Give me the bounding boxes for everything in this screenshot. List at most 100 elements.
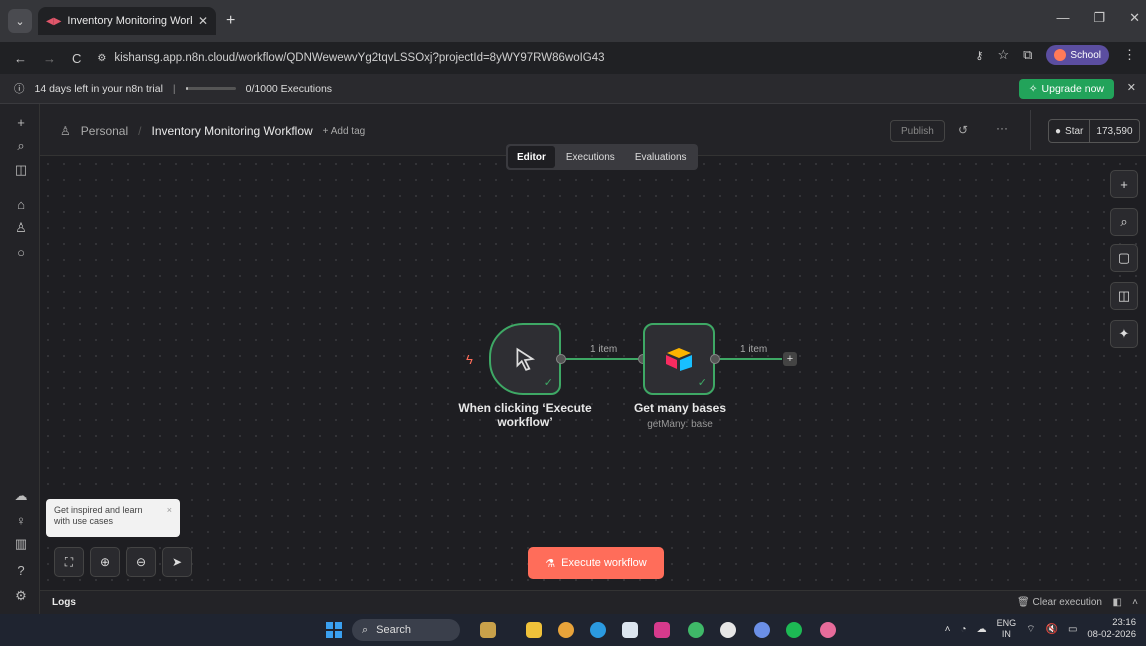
tab-evaluations[interactable]: Evaluations — [626, 146, 696, 168]
logs-panel[interactable]: Logs 🗑 Clear execution ◧ ˄ — [40, 590, 1146, 614]
wifi-icon[interactable]: ⌔ — [1026, 623, 1035, 636]
close-banner-icon[interactable]: ✕ — [1127, 81, 1136, 94]
breadcrumb-separator: / — [138, 124, 142, 138]
volume-muted-icon[interactable]: 🔇 — [1045, 624, 1057, 635]
output-handle[interactable] — [556, 354, 566, 364]
password-key-icon[interactable]: ⚷ — [975, 49, 983, 62]
execute-workflow-button[interactable]: ⚗ Execute workflow — [528, 547, 664, 579]
breadcrumb: ♙ Personal / Inventory Monitoring Workfl… — [60, 124, 365, 138]
file-explorer-icon[interactable] — [526, 622, 542, 638]
logs-label: Logs — [52, 597, 76, 608]
connection-line[interactable] — [720, 358, 782, 360]
user-icon[interactable]: ♙ — [13, 220, 29, 236]
restore-icon[interactable]: ❐ — [1093, 10, 1105, 26]
help-icon[interactable]: ? — [13, 562, 29, 578]
tab-executions[interactable]: Executions — [557, 146, 624, 168]
connection-line[interactable] — [566, 358, 638, 360]
close-icon[interactable]: × — [167, 505, 172, 516]
url-box[interactable]: ⚙ kishansg.app.n8n.cloud/workflow/QDNWew… — [97, 45, 997, 71]
more-button[interactable]: ··· — [996, 121, 1008, 135]
language-indicator[interactable]: ENG IN — [997, 618, 1017, 640]
instagram-icon[interactable] — [654, 622, 670, 638]
chat-icon[interactable]: ○ — [13, 244, 29, 260]
bookmark-star-icon[interactable]: ☆ — [997, 47, 1009, 63]
output-handle[interactable] — [710, 354, 720, 364]
node-title: When clicking ‘Execute workflow’ — [445, 401, 605, 429]
url-text[interactable]: kishansg.app.n8n.cloud/workflow/QDNWewew… — [114, 52, 604, 64]
node-title-line: workflow’ — [497, 415, 553, 429]
plus-icon[interactable]: + — [13, 114, 29, 130]
fit-view-icon[interactable]: ⛶ — [54, 547, 84, 577]
add-node-button[interactable]: + — [783, 352, 797, 366]
search-icon[interactable]: ⌕ — [13, 138, 29, 154]
history-icon[interactable]: ↺ — [958, 123, 968, 137]
drive-icon[interactable]: ☁ — [977, 624, 987, 635]
browser-tab[interactable]: ◀▶ Inventory Monitoring Workfl ✕ — [38, 7, 216, 35]
airtable-node[interactable]: ✓ — [643, 323, 715, 395]
divider: | — [172, 82, 176, 95]
clock[interactable]: 23:16 08-02-2026 — [1087, 617, 1136, 641]
tooltip-text: with use cases — [54, 516, 114, 526]
github-star-label: ● Star — [1049, 120, 1091, 142]
sticky-note-icon[interactable]: ▢ — [1110, 244, 1138, 272]
tab-editor[interactable]: Editor — [508, 146, 555, 168]
new-tab-button[interactable]: + — [226, 12, 235, 30]
lightbulb-icon[interactable]: ♀ — [13, 512, 29, 528]
profile-button[interactable]: School — [1046, 45, 1109, 65]
chrome-icon[interactable] — [558, 622, 574, 638]
project-link[interactable]: Personal — [81, 124, 128, 138]
upgrade-button[interactable]: ✧ Upgrade now — [1018, 79, 1114, 99]
browser-menu-icon[interactable]: ⋮ — [1123, 47, 1136, 63]
search-icon[interactable]: ⌕ — [1110, 208, 1138, 236]
cloud-icon[interactable]: ☁ — [13, 488, 29, 504]
panel-icon[interactable]: ◫ — [1110, 282, 1138, 310]
chatgpt-icon[interactable] — [720, 622, 736, 638]
sidebar-toggle-icon[interactable]: ◫ — [13, 162, 29, 178]
mode-tabs: Editor Executions Evaluations — [506, 144, 698, 170]
forward-icon[interactable]: → — [43, 51, 56, 66]
clear-execution-button[interactable]: 🗑 Clear execution — [1017, 597, 1102, 608]
copilot-icon[interactable]: ◔ — [961, 624, 967, 635]
store-icon[interactable] — [622, 622, 638, 638]
site-info-icon[interactable]: ⚙ — [97, 53, 106, 64]
reload-icon[interactable]: C — [72, 51, 81, 66]
github-star-button[interactable]: ● Star 173,590 — [1048, 119, 1140, 143]
tidy-up-icon[interactable]: ➤ — [162, 547, 192, 577]
battery-icon[interactable]: ▭ — [1068, 624, 1077, 635]
widgets-icon[interactable] — [480, 622, 496, 638]
chevron-up-icon[interactable]: ˄ — [1132, 597, 1138, 608]
minimize-icon[interactable]: — — [1056, 10, 1069, 26]
settings-icon[interactable]: ⚙ — [13, 588, 29, 604]
whatsapp-icon[interactable] — [688, 622, 704, 638]
windows-start-icon[interactable] — [326, 622, 342, 638]
trigger-node[interactable]: ✓ — [489, 323, 561, 395]
star-count: 173,590 — [1096, 125, 1133, 137]
publish-button[interactable]: Publish — [890, 120, 945, 142]
zoom-in-icon[interactable]: ⊕ — [90, 547, 120, 577]
taskbar: ⌕ Search ˄ ◔ ☁ ENG IN ⌔ 🔇 ▭ 23:16 08-02-… — [0, 614, 1146, 646]
tooltip-text: Get inspired and learn — [54, 505, 143, 515]
connection-label: 1 item — [590, 344, 618, 355]
close-window-icon[interactable]: ✕ — [1129, 10, 1140, 26]
close-tab-icon[interactable]: ✕ — [198, 14, 208, 28]
workflow-canvas[interactable] — [40, 156, 1146, 590]
edge-icon[interactable] — [590, 622, 606, 638]
chrome-profile-icon[interactable] — [754, 622, 770, 638]
taskbar-search[interactable]: ⌕ Search — [352, 619, 460, 641]
workflow-name[interactable]: Inventory Monitoring Workflow — [151, 124, 312, 138]
extensions-icon[interactable]: ⧉ — [1023, 47, 1032, 63]
home-icon[interactable]: ⌂ — [13, 196, 29, 212]
insights-icon[interactable]: ▥ — [13, 536, 29, 552]
trigger-bolt-icon: ϟ — [466, 352, 473, 367]
back-icon[interactable]: ← — [14, 51, 27, 66]
spotify-icon[interactable] — [786, 622, 802, 638]
add-node-icon[interactable]: + — [1110, 170, 1138, 198]
ai-sparkle-icon[interactable]: ✦ — [1110, 320, 1138, 348]
chevron-down-icon[interactable]: ⌄ — [8, 9, 32, 33]
node-subtitle: getMany: base — [647, 419, 713, 430]
add-tag-button[interactable]: + Add tag — [323, 126, 366, 137]
zoom-out-icon[interactable]: ⊖ — [126, 547, 156, 577]
chrome-alt-icon[interactable] — [820, 622, 836, 638]
chevron-up-icon[interactable]: ˄ — [945, 624, 951, 635]
pop-out-icon[interactable]: ◧ — [1113, 597, 1122, 608]
